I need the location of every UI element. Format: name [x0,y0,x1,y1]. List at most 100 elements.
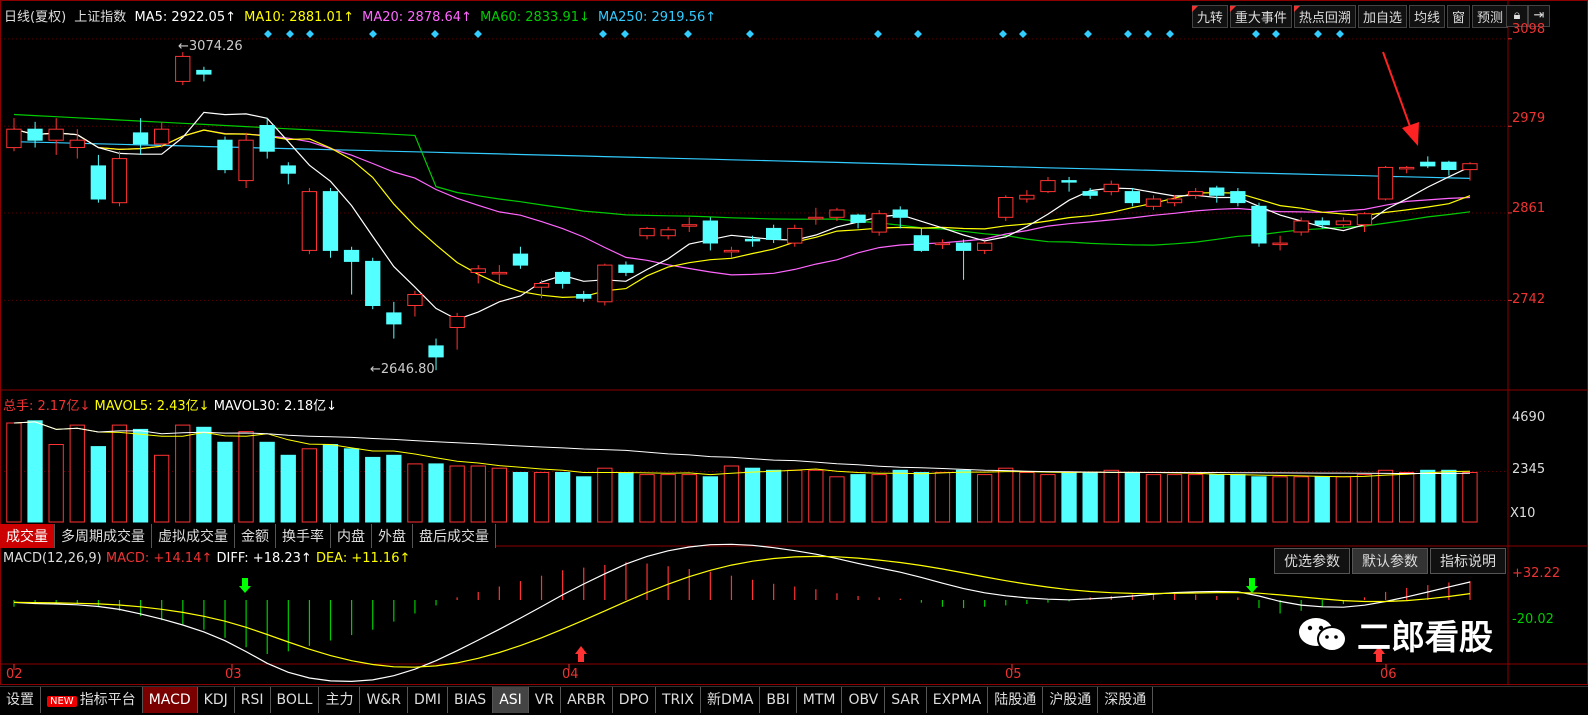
mavol5-value: MAVOL5: 2.43亿↓ [94,399,210,414]
volume-bar [723,465,740,523]
indicator-main-force[interactable]: 主力 [319,687,361,713]
indicator-mtm[interactable]: MTM [797,687,843,713]
candle-body [1166,198,1183,204]
candle-body [1230,191,1246,204]
event-marker [914,30,922,38]
indicator-wr[interactable]: W&R [360,687,408,713]
indicator-boll[interactable]: BOLL [271,687,320,713]
macd-header: MACD(12,26,9) MACD: +14.14↑ DIFF: +18.23… [3,551,410,566]
macd-axis-label: -20.02 [1512,612,1554,627]
volume-bar [238,431,254,523]
indicator-kdj[interactable]: KDJ [198,687,235,713]
macd-cross-arrow [1246,578,1258,593]
tab-virtual-volume[interactable]: 虚拟成交量 [152,524,235,548]
toolbar-jiuzhuan[interactable]: 九转 [1191,5,1228,28]
stock-chart[interactable] [0,0,1588,714]
candle-body [555,271,571,284]
indicator-expma[interactable]: EXPMA [927,687,989,713]
volume-bar [934,472,951,523]
settings-button[interactable]: 设置 [0,687,41,713]
candle-body [955,242,972,251]
volume-bar [1356,474,1373,523]
indicator-macd[interactable]: MACD [142,687,198,713]
indicator-hugutong[interactable]: 沪股通 [1043,687,1099,713]
volume-bar [48,444,64,523]
candle-body [1082,191,1098,196]
indicator-bar: 设置 NEW 指标平台 MACD KDJ RSI BOLL 主力 W&R DMI … [0,686,1588,715]
volume-bar [955,469,972,523]
candle-body [27,128,43,141]
indicator-lugutong[interactable]: 陆股通 [988,687,1044,713]
tab-volume[interactable]: 成交量 [0,524,55,548]
chart-toolbar: 九转 重大事件 热点回溯 加自选 均线 窗 预测 [1190,5,1508,28]
volume-bar [1061,472,1077,523]
toolbar-forecast[interactable]: 预测 [1471,5,1508,28]
candle-body [280,165,296,174]
volume-bar [1209,474,1225,523]
candle-body [702,220,719,244]
volume-bar [1399,472,1415,523]
toolbar-add-watchlist[interactable]: 加自选 [1357,5,1407,28]
candle-body [597,264,613,303]
indicator-obv[interactable]: OBV [842,687,886,713]
volume-bar [196,426,212,523]
volume-bar [787,469,803,523]
indicator-shengutong[interactable]: 深股通 [1098,687,1154,713]
candle-body [154,128,170,145]
tab-turnover[interactable]: 换手率 [276,524,331,548]
volume-bar [871,474,887,523]
indicator-new-dma[interactable]: 新DMA [701,687,761,713]
volume-bar [1230,474,1246,523]
tab-multi-period-volume[interactable]: 多周期成交量 [55,524,152,548]
indicator-sar[interactable]: SAR [885,687,927,713]
indicator-bbi[interactable]: BBI [760,687,797,713]
new-badge: NEW [47,696,77,707]
price-axis-label: 3098 [1512,22,1546,37]
tab-amount[interactable]: 金额 [235,524,276,548]
candle-body [576,294,592,299]
volume-bar [1188,474,1204,523]
candle-body [1019,194,1035,200]
candle-body [69,139,85,148]
tab-outer-volume[interactable]: 外盘 [372,524,413,548]
volume-bar [1145,474,1162,523]
candle-body [322,191,339,251]
volume-bar [829,476,845,523]
candle-body [934,242,951,246]
candle-body [787,227,803,244]
candle-body [829,209,845,218]
toolbar-window[interactable]: 窗 [1446,5,1470,28]
event-marker [684,30,692,38]
toolbar-moving-average[interactable]: 均线 [1408,5,1445,28]
event-marker [1336,30,1344,38]
volume-unit-label: X10 [1510,506,1536,521]
default-params-button[interactable]: 默认参数 [1352,548,1428,574]
candle-body [1377,166,1394,200]
indicator-dpo[interactable]: DPO [613,687,656,713]
indicator-vr[interactable]: VR [529,687,562,713]
indicator-rsi[interactable]: RSI [235,687,271,713]
candle-body [533,283,550,288]
indicator-dmi[interactable]: DMI [408,687,448,713]
optimal-params-button[interactable]: 优选参数 [1274,548,1350,574]
diff-value: DIFF: +18.23↑ [216,551,312,566]
tab-inner-volume[interactable]: 内盘 [331,524,372,548]
toolbar-major-events[interactable]: 重大事件 [1229,5,1292,28]
event-marker [431,30,439,38]
indicator-bias[interactable]: BIAS [448,687,494,713]
indicator-arbr[interactable]: ARBR [561,687,613,713]
indicator-trix[interactable]: TRIX [656,687,701,713]
toolbar-hotspot-review[interactable]: 热点回溯 [1293,5,1356,28]
candle-body [6,128,22,149]
indicator-help-button[interactable]: 指标说明 [1430,548,1506,574]
candle-body [1356,213,1373,226]
volume-bar [913,472,930,523]
indicator-asi[interactable]: ASI [493,687,529,713]
volume-bar [365,456,381,523]
volume-bar [1251,476,1267,523]
volume-bar [1420,469,1436,523]
tab-after-hours-volume[interactable]: 盘后成交量 [413,524,496,548]
indicator-platform-button[interactable]: NEW 指标平台 [41,687,143,713]
volume-bar [533,472,550,523]
volume-bar [1441,469,1457,523]
